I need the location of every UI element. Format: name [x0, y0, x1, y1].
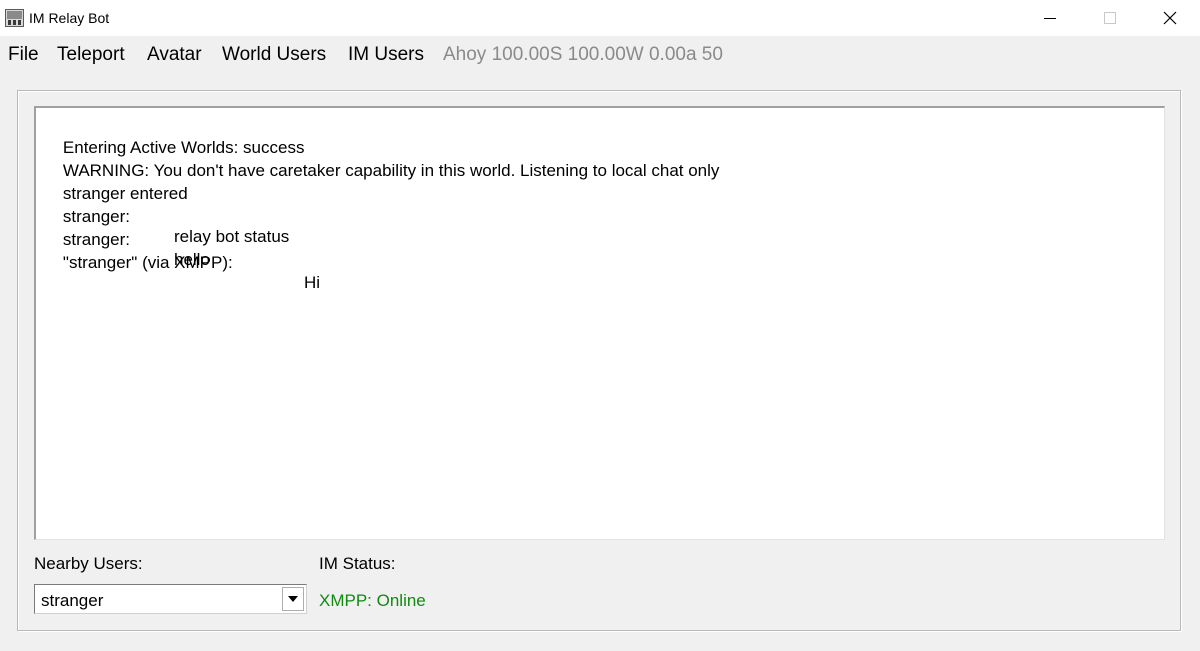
log-sender: "stranger" (via XMPP):: [62, 253, 233, 272]
title-bar: IM Relay Bot: [0, 0, 1200, 36]
maximize-button[interactable]: [1080, 0, 1140, 36]
close-button[interactable]: [1140, 0, 1200, 36]
dropdown-arrow-icon: [288, 596, 298, 602]
close-icon: [1163, 11, 1177, 25]
im-status-label: IM Status:: [319, 554, 396, 573]
nearby-users-dropdown[interactable]: stranger: [34, 584, 307, 614]
app-icon: [5, 9, 24, 27]
position-status: Ahoy 100.00S 100.00W 0.00a 50: [443, 44, 723, 65]
menu-bar: File Teleport Avatar World Users IM User…: [0, 36, 1200, 74]
log-line: "stranger" (via XMPP): Hi: [44, 233, 444, 313]
window-title: IM Relay Bot: [29, 10, 110, 26]
menu-teleport[interactable]: Teleport: [57, 44, 125, 66]
dropdown-button[interactable]: [282, 587, 304, 611]
minimize-button[interactable]: [1020, 0, 1080, 36]
menu-im-users[interactable]: IM Users: [348, 44, 424, 66]
nearby-users-selected: stranger: [41, 591, 104, 610]
im-status-value: XMPP: Online: [319, 591, 426, 610]
nearby-users-label: Nearby Users:: [34, 554, 143, 573]
minimize-icon: [1044, 18, 1056, 19]
maximize-icon: [1104, 12, 1116, 24]
menu-file[interactable]: File: [8, 44, 39, 66]
log-message: Hi: [304, 273, 321, 292]
menu-world-users[interactable]: World Users: [222, 44, 326, 66]
chat-log[interactable]: Entering Active Worlds: success WARNING:…: [34, 106, 1165, 540]
menu-avatar[interactable]: Avatar: [147, 44, 202, 66]
